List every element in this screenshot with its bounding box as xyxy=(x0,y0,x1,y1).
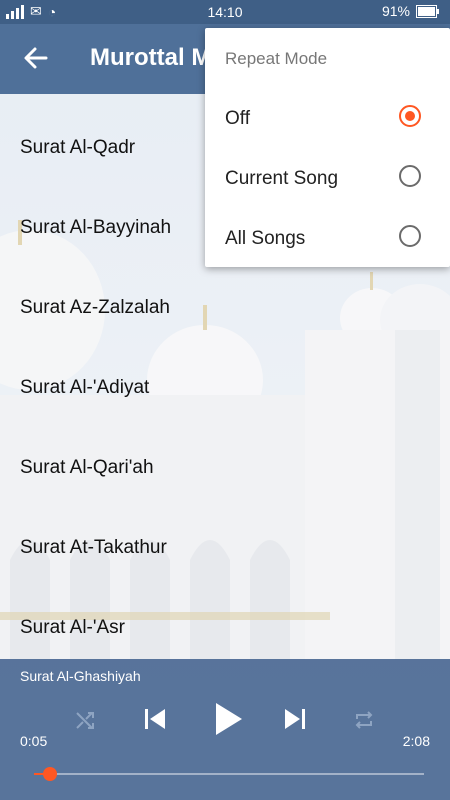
back-arrow-icon[interactable] xyxy=(22,44,50,72)
option-label: All Songs xyxy=(225,228,306,249)
radio-button[interactable] xyxy=(399,165,421,187)
skip-next-icon xyxy=(285,709,305,729)
shuffle-button[interactable] xyxy=(70,705,100,735)
repeat-mode-menu: Repeat Mode Off Current Song All Songs xyxy=(205,28,450,267)
list-item[interactable]: Surat Al-Qari'ah xyxy=(0,428,450,508)
list-item-label: Surat Al-Qadr xyxy=(20,137,136,158)
repeat-icon xyxy=(355,711,373,729)
shuffle-icon xyxy=(76,712,94,729)
radio-button[interactable] xyxy=(399,105,421,127)
now-playing-title: Surat Al-Ghashiyah xyxy=(20,668,141,684)
battery-status: 91% xyxy=(382,3,440,19)
seek-bar[interactable] xyxy=(34,773,424,775)
list-item-label: Surat Az-Zalzalah xyxy=(20,297,170,318)
page-title: Murottal M xyxy=(90,44,212,71)
battery-percentage: 91% xyxy=(381,3,410,19)
list-item-label: Surat At-Takathur xyxy=(20,537,167,558)
list-item[interactable]: Surat At-Takathur xyxy=(0,508,450,588)
repeat-option-current-song[interactable]: Current Song xyxy=(205,148,450,208)
next-button[interactable] xyxy=(279,703,311,735)
duration-time: 2:08 xyxy=(402,733,430,749)
menu-heading: Repeat Mode xyxy=(225,49,328,68)
elapsed-time: 0:05 xyxy=(20,733,48,749)
status-bar: ✉ ◔ 14:10 91% xyxy=(0,0,450,24)
seek-bar-handle[interactable] xyxy=(42,767,57,781)
list-item[interactable]: Surat Az-Zalzalah xyxy=(0,268,450,348)
list-item-label: Surat Al-Qari'ah xyxy=(20,457,154,478)
previous-button[interactable] xyxy=(139,703,171,735)
battery-icon xyxy=(416,4,439,18)
list-item[interactable]: Surat Al-'Asr xyxy=(0,588,450,668)
repeat-option-all-songs[interactable]: All Songs xyxy=(205,208,450,268)
repeat-button[interactable] xyxy=(349,705,379,735)
radio-button[interactable] xyxy=(399,225,421,247)
repeat-option-off[interactable]: Off xyxy=(205,88,450,148)
list-item[interactable]: Surat Al-'Adiyat xyxy=(0,348,450,428)
option-label: Current Song xyxy=(225,168,339,189)
option-label: Off xyxy=(225,108,250,129)
list-item-label: Surat Al-Bayyinah xyxy=(20,217,172,238)
player-panel: Surat Al-Ghashiyah 0:05 2:08 xyxy=(0,659,450,800)
play-icon xyxy=(216,703,242,735)
list-item-label: Surat Al-'Adiyat xyxy=(20,377,150,398)
play-button[interactable] xyxy=(208,699,248,739)
list-item-label: Surat Al-'Asr xyxy=(20,617,125,638)
skip-previous-icon xyxy=(145,709,165,729)
